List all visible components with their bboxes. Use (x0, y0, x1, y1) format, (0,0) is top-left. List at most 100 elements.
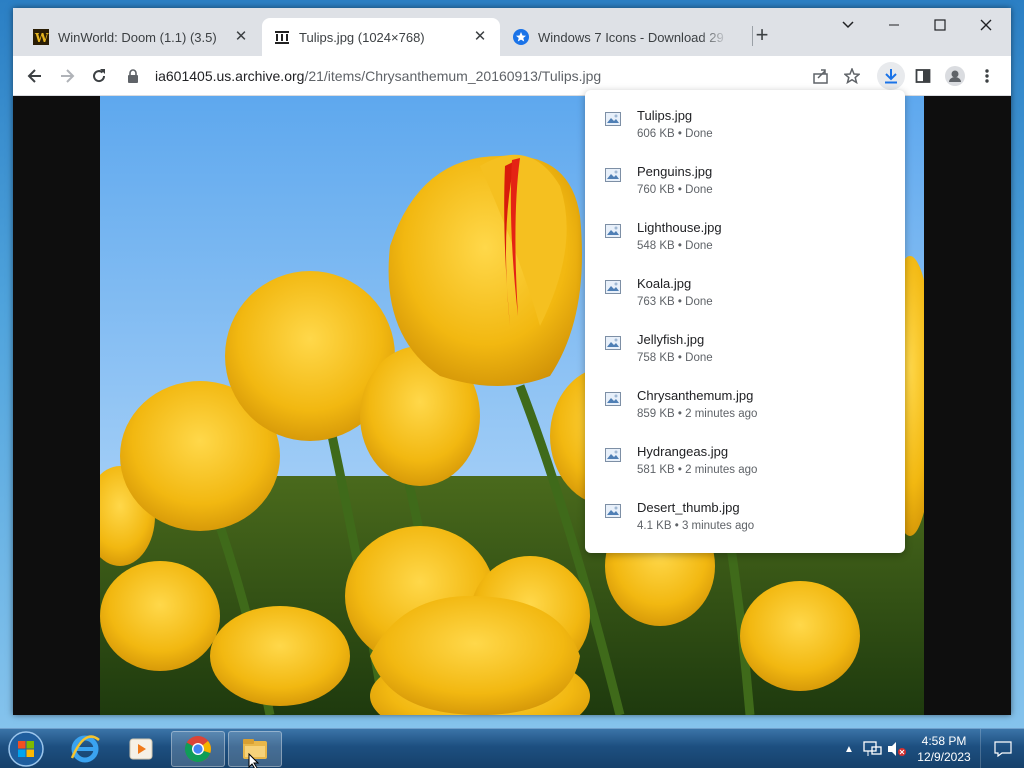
download-text: Koala.jpg 763 KB • Done (637, 275, 713, 312)
side-panel-icon (915, 69, 931, 83)
tab-title: Windows 7 Icons - Download 29 (538, 29, 724, 45)
arrow-right-icon (61, 69, 75, 83)
share-button[interactable] (807, 62, 835, 90)
url-text: ia601405.us.archive.org/21/items/Chrysan… (155, 68, 601, 84)
tab-strip: W WinWorld: Doom (1.1) (3.5) ✕ Tulips.jp… (13, 8, 1011, 56)
download-item[interactable]: Hydrangeas.jpg 581 KB • 2 minutes ago (585, 434, 905, 490)
close-window-button[interactable] (963, 8, 1009, 42)
download-filename: Desert_thumb.jpg (637, 500, 740, 515)
maximize-icon (934, 19, 946, 31)
bookmark-button[interactable] (838, 62, 866, 90)
download-item[interactable]: Koala.jpg 763 KB • Done (585, 266, 905, 322)
close-icon[interactable]: ✕ (472, 29, 488, 45)
taskbar: ▲ 4:58 PM 12/9/2023 (0, 728, 1024, 768)
download-icon (885, 69, 897, 84)
download-status: 760 KB • Done (637, 184, 713, 196)
start-button[interactable] (4, 730, 48, 768)
back-button[interactable] (21, 62, 49, 90)
forward-button[interactable] (53, 62, 81, 90)
image-file-icon (605, 112, 621, 126)
image-file-icon (605, 504, 621, 518)
download-text: Tulips.jpg 606 KB • Done (637, 107, 713, 144)
download-status: 548 KB • Done (637, 240, 713, 252)
image-file-icon (605, 224, 621, 238)
download-filename: Penguins.jpg (637, 164, 713, 179)
network-icon[interactable] (862, 740, 884, 758)
download-filename: Hydrangeas.jpg (637, 444, 729, 459)
side-panel-button[interactable] (909, 62, 937, 90)
chrome-icon[interactable] (171, 731, 225, 767)
download-status: 859 KB • 2 minutes ago (637, 408, 758, 420)
windows-start-icon (8, 731, 44, 767)
close-icon[interactable]: ✕ (233, 29, 249, 45)
volume-muted-icon[interactable] (886, 740, 908, 758)
image-file-icon (605, 448, 621, 462)
lock-icon[interactable] (127, 69, 143, 83)
system-tray: ▲ 4:58 PM 12/9/2023 (840, 729, 1024, 768)
profile-button[interactable] (941, 62, 969, 90)
url-path: /21/items/Chrysanthemum_20160913/Tulips.… (304, 68, 602, 84)
maximize-button[interactable] (917, 8, 963, 42)
download-filename: Jellyfish.jpg (637, 332, 705, 347)
address-bar[interactable]: ia601405.us.archive.org/21/items/Chrysan… (121, 60, 873, 92)
download-text: Desert_thumb.jpg 4.1 KB • 3 minutes ago (637, 499, 754, 536)
tab-search-button[interactable] (825, 8, 871, 42)
download-text: Chrysanthemum.jpg 859 KB • 2 minutes ago (637, 387, 757, 424)
mouse-cursor-icon (248, 753, 260, 768)
download-status: 4.1 KB • 3 minutes ago (637, 520, 755, 532)
download-item[interactable]: Penguins.jpg 760 KB • Done (585, 154, 905, 210)
notification-icon (993, 741, 1012, 757)
download-item[interactable]: Lighthouse.jpg 548 KB • Done (585, 210, 905, 266)
download-filename: Chrysanthemum.jpg (637, 388, 754, 403)
download-item[interactable]: Desert_thumb.jpg 4.1 KB • 3 minutes ago (585, 490, 905, 546)
download-filename: Koala.jpg (637, 276, 692, 291)
new-tab-button[interactable]: + (750, 24, 774, 48)
menu-button[interactable] (973, 62, 1001, 90)
tab-title: Tulips.jpg (1024×768) (299, 29, 425, 45)
show-hidden-icons-button[interactable]: ▲ (840, 744, 858, 755)
download-status: 758 KB • Done (637, 352, 713, 364)
download-text: Hydrangeas.jpg 581 KB • 2 minutes ago (637, 443, 757, 480)
minimize-button[interactable] (871, 8, 917, 42)
image-file-icon (605, 336, 621, 350)
winworld-icon: W (33, 29, 49, 45)
url-host: ia601405.us.archive.org (155, 68, 305, 84)
download-filename: Lighthouse.jpg (637, 220, 722, 235)
download-item[interactable]: Tulips.jpg 606 KB • Done (585, 98, 905, 154)
tab-title: WinWorld: Doom (1.1) (3.5) (58, 29, 217, 45)
download-item[interactable]: Jellyfish.jpg 758 KB • Done (585, 322, 905, 378)
tab-winworld[interactable]: W WinWorld: Doom (1.1) (3.5) ✕ (21, 18, 261, 56)
system-clock[interactable]: 4:58 PM 12/9/2023 (908, 733, 980, 765)
tab-windows7-icons[interactable]: Windows 7 Icons - Download 29 (501, 18, 741, 56)
reload-icon (93, 69, 106, 83)
download-filename: Tulips.jpg (637, 108, 693, 123)
downloads-panel: Tulips.jpg 606 KB • Done Penguins.jpg 760 K… (585, 90, 905, 553)
archive-icon (274, 29, 290, 45)
svg-text:W: W (34, 31, 49, 45)
action-center-button[interactable] (980, 729, 1024, 768)
arrow-left-icon (27, 69, 41, 83)
downloads-button[interactable] (877, 62, 905, 90)
minimize-icon (889, 24, 899, 26)
image-file-icon (605, 168, 621, 182)
download-status: 606 KB • Done (637, 128, 713, 140)
download-status: 763 KB • Done (637, 296, 713, 308)
downloads-list: Tulips.jpg 606 KB • Done Penguins.jpg 760 K… (585, 98, 905, 546)
clock-time: 4:58 PM (921, 734, 967, 748)
share-icon (813, 69, 828, 84)
avatar-icon (945, 66, 965, 86)
kebab-menu-icon (985, 69, 989, 83)
tab-tulips[interactable]: Tulips.jpg (1024×768) ✕ (262, 18, 500, 56)
download-item[interactable]: Chrysanthemum.jpg 859 KB • 2 minutes ago (585, 378, 905, 434)
close-icon (980, 19, 992, 31)
image-file-icon (605, 280, 621, 294)
reload-button[interactable] (85, 62, 113, 90)
image-file-icon (605, 392, 621, 406)
media-player-icon[interactable] (114, 731, 168, 767)
download-text: Lighthouse.jpg 548 KB • Done (637, 219, 722, 256)
star-badge-icon (513, 29, 529, 45)
star-outline-icon (844, 68, 860, 84)
internet-explorer-icon[interactable] (58, 731, 112, 767)
download-status: 581 KB • 2 minutes ago (637, 464, 758, 476)
download-text: Penguins.jpg 760 KB • Done (637, 163, 713, 200)
